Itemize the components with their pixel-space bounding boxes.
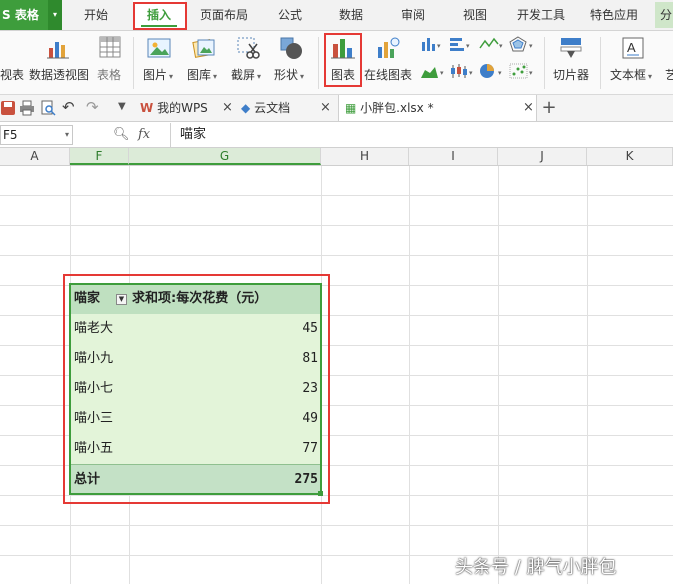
grid-line	[0, 195, 673, 196]
grid-line	[0, 225, 673, 226]
grid-line	[0, 525, 673, 526]
grid-line	[0, 255, 673, 256]
watermark-text: 头条号 / 脾气小胖包	[455, 557, 617, 578]
pivot-table-highlight	[63, 274, 330, 504]
